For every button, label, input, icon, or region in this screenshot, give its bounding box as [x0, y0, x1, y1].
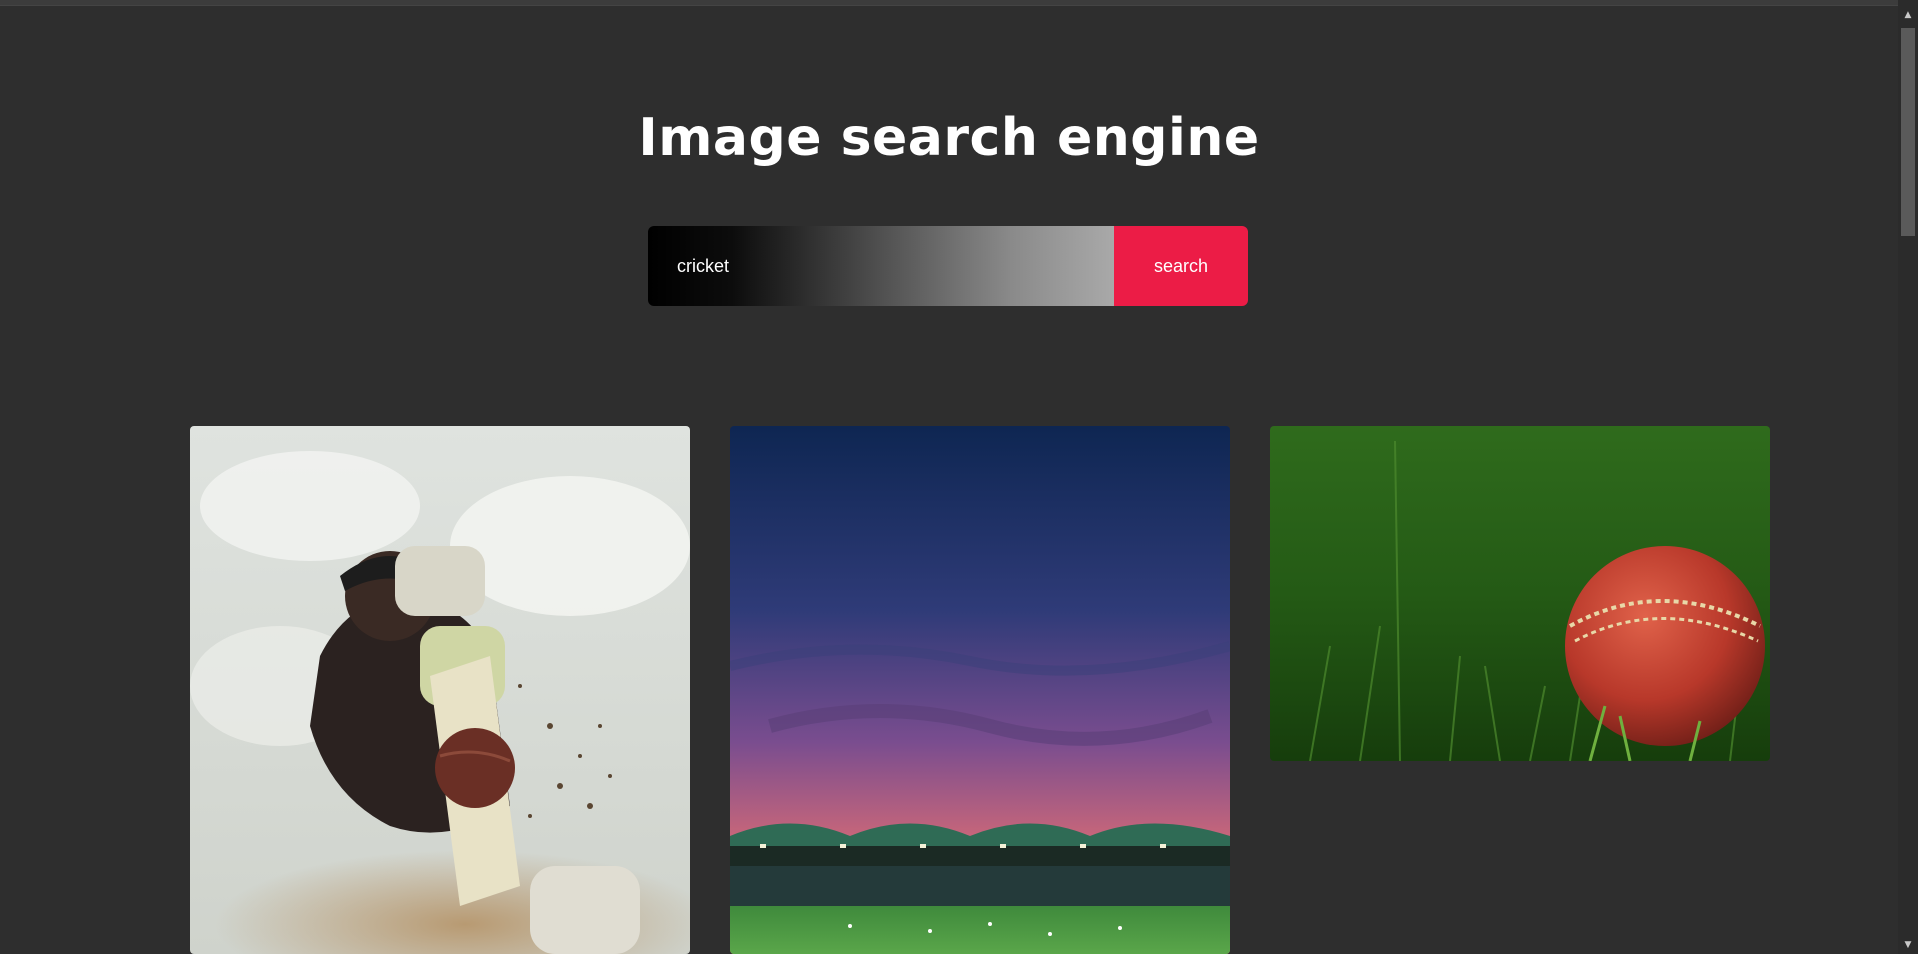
- result-image-1[interactable]: [190, 426, 690, 954]
- search-form: search: [648, 226, 1248, 306]
- page-title: Image search engine: [638, 108, 1260, 168]
- browser-top-edge: [0, 0, 1898, 6]
- scroll-up-arrow-icon[interactable]: ▲: [1898, 6, 1918, 24]
- scroll-down-arrow-icon[interactable]: ▼: [1898, 936, 1918, 954]
- scrollbar[interactable]: ▲ ▼: [1898, 0, 1918, 954]
- result-image-2[interactable]: [730, 426, 1230, 954]
- scrollbar-thumb[interactable]: [1901, 28, 1915, 236]
- search-input[interactable]: [648, 226, 1114, 306]
- search-button[interactable]: search: [1114, 226, 1248, 306]
- result-image-3[interactable]: [1270, 426, 1770, 761]
